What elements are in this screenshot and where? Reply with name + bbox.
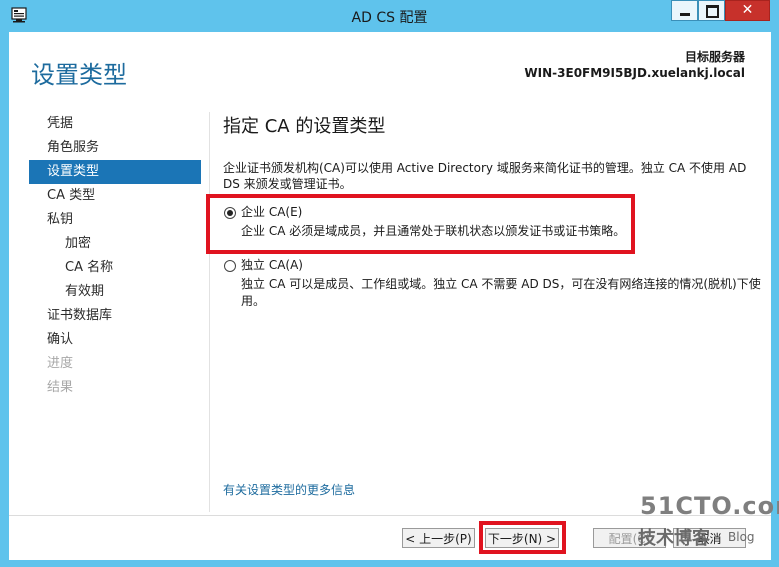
standalone-ca-label[interactable]: 独立 CA(A) — [241, 257, 303, 274]
nav-item-results: 结果 — [47, 380, 74, 395]
nav-item-setup-type[interactable]: 设置类型 — [29, 160, 201, 184]
nav-item-confirmation[interactable]: 确认 — [29, 328, 201, 352]
watermark-main: 51CTO.com — [640, 492, 779, 520]
nav-item-private-key[interactable]: 私钥 — [29, 208, 201, 232]
nav-item-cryptography[interactable]: 加密 — [29, 232, 201, 256]
nav-item-progress: 进度 — [47, 356, 74, 371]
setup-type-description: 企业证书颁发机构(CA)可以使用 Active Directory 域服务来简化… — [223, 161, 747, 191]
nav-divider — [209, 112, 210, 512]
annotation-highlight-next — [479, 521, 566, 554]
nav-item-role-services[interactable]: 角色服务 — [29, 136, 201, 160]
nav-item-certificate-database[interactable]: 证书数据库 — [29, 304, 201, 328]
annotation-highlight-enterprise — [206, 194, 635, 254]
nav-item-credentials[interactable]: 凭据 — [29, 112, 201, 136]
close-icon: ✕ — [741, 2, 754, 18]
more-info-link[interactable]: 有关设置类型的更多信息 — [223, 481, 355, 498]
page-title: 设置类型 — [31, 61, 127, 89]
standalone-ca-radio[interactable] — [224, 260, 236, 272]
nav-item-ca-name[interactable]: CA 名称 — [29, 256, 201, 280]
wizard-nav: 凭据 角色服务 设置类型 CA 类型 私钥 加密 CA 名称 有效期 证书数据库… — [29, 112, 201, 400]
dialog-content: 设置类型 目标服务器 WIN-3E0FM9I5BJD.xuelankj.loca… — [9, 32, 771, 560]
standalone-ca-description: 独立 CA 可以是成员、工作组或域。独立 CA 不需要 AD DS，可在没有网络… — [241, 277, 761, 308]
title-bar: AD CS 配置 ✕ — [0, 0, 779, 32]
section-title: 指定 CA 的设置类型 — [223, 116, 386, 137]
watermark-blog: Blog — [728, 530, 755, 544]
target-server-value: WIN-3E0FM9I5BJD.xuelankj.local — [524, 66, 745, 80]
window-title: AD CS 配置 — [351, 10, 428, 26]
target-server-label: 目标服务器 — [684, 50, 745, 64]
watermark-sub: 技术博客 — [638, 528, 710, 549]
nav-item-validity-period[interactable]: 有效期 — [29, 280, 201, 304]
close-button[interactable]: ✕ — [725, 0, 770, 21]
minimize-button[interactable] — [671, 0, 698, 21]
previous-button[interactable]: < 上一步(P) — [402, 528, 475, 548]
maximize-button[interactable] — [698, 0, 725, 21]
watermark-logo: 51CTO.com 技术博客 Blog — [632, 490, 779, 554]
nav-item-ca-type[interactable]: CA 类型 — [29, 184, 201, 208]
